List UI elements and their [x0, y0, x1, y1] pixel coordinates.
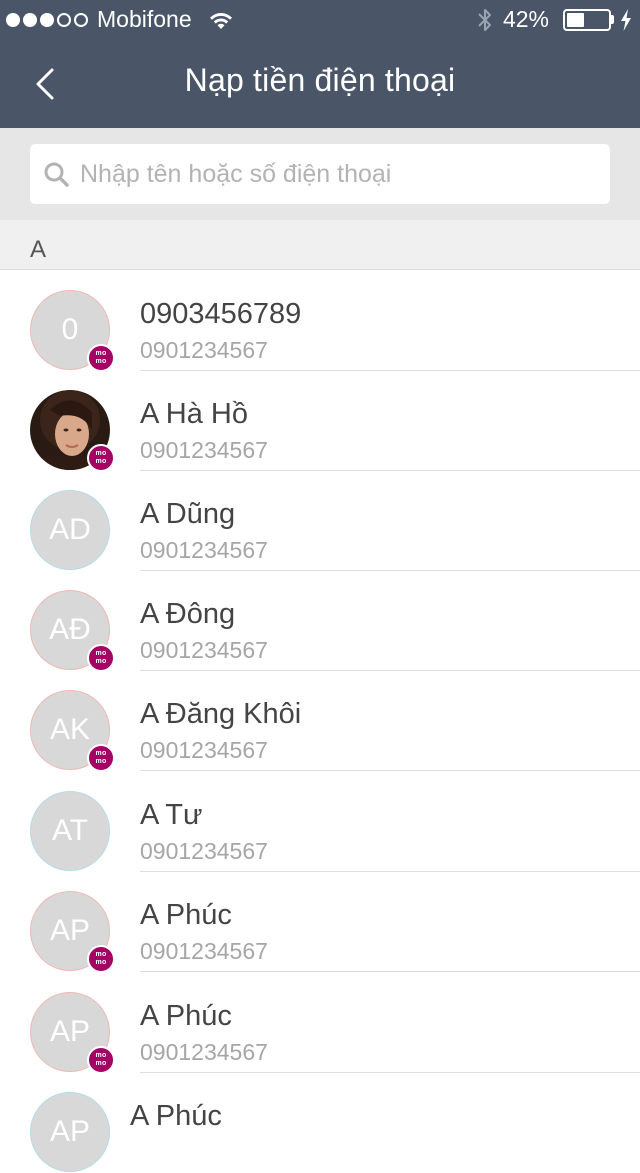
- momo-badge-text: mo: [95, 658, 107, 665]
- avatar: AP: [30, 1092, 110, 1172]
- charging-bolt-icon: [621, 8, 631, 31]
- row-divider: [140, 770, 640, 771]
- contact-name: A Đăng Khôi: [140, 698, 302, 730]
- contact-row[interactable]: AĐ mo mo A Đông 0901234567: [0, 571, 640, 672]
- momo-badge-icon: mo mo: [87, 344, 115, 372]
- status-right: 42%: [477, 6, 632, 33]
- momo-badge-icon: mo mo: [87, 744, 115, 772]
- contact-name: 0903456789: [140, 298, 302, 330]
- status-bar: Mobifone 42%: [0, 0, 640, 40]
- row-divider: [140, 971, 640, 972]
- contact-row[interactable]: 0 mo mo 0903456789 0901234567: [0, 271, 640, 372]
- contact-phone: 0901234567: [140, 337, 268, 363]
- momo-badge-text: mo: [95, 450, 107, 457]
- momo-badge-text: mo: [95, 358, 107, 365]
- search-box[interactable]: [30, 144, 610, 204]
- wifi-icon: [209, 12, 232, 29]
- contact-row[interactable]: AK mo mo A Đăng Khôi 0901234567: [0, 671, 640, 772]
- section-header: A: [0, 220, 640, 270]
- contact-row[interactable]: mo mo A Hà Hồ 0901234567: [0, 371, 640, 472]
- momo-badge-text: mo: [95, 758, 107, 765]
- contact-phone: 0901234567: [140, 838, 268, 864]
- contact-phone: 0901234567: [140, 737, 268, 763]
- carrier-name: Mobifone: [97, 6, 192, 32]
- momo-badge-text: mo: [95, 458, 107, 465]
- contact-phone: 0901234567: [140, 938, 268, 964]
- signal-strength-icon: [6, 12, 91, 27]
- momo-badge-text: mo: [95, 1060, 107, 1067]
- contact-row[interactable]: AT A Tư 0901234567: [0, 772, 640, 872]
- avatar: AD: [30, 490, 110, 570]
- section-letter: A: [30, 236, 47, 263]
- contact-name: A Phúc: [140, 1000, 232, 1032]
- momo-badge-text: mo: [95, 650, 107, 657]
- contact-name: A Phúc: [140, 899, 232, 931]
- contact-name: A Dũng: [140, 498, 236, 530]
- page-title: Nạp tiền điện thoại: [184, 62, 456, 98]
- momo-badge-icon: mo mo: [87, 1046, 115, 1074]
- momo-badge-icon: mo mo: [87, 444, 115, 472]
- contact-name: A Hà Hồ: [140, 398, 248, 430]
- search-section: [0, 128, 640, 220]
- contact-name: A Đông: [140, 598, 236, 630]
- status-left: Mobifone: [6, 6, 234, 33]
- momo-badge-text: mo: [95, 1052, 107, 1059]
- header: Mobifone 42% Nạp tiền điện thoại: [0, 0, 640, 128]
- momo-badge-icon: mo mo: [87, 644, 115, 672]
- momo-badge-text: mo: [95, 951, 107, 958]
- contact-phone: 0901234567: [140, 1039, 268, 1065]
- contact-phone: 0901234567: [140, 537, 268, 563]
- avatar: AT: [30, 791, 110, 871]
- contact-phone: 0901234567: [140, 637, 268, 663]
- search-input[interactable]: [80, 154, 600, 194]
- battery-percent: 42%: [502, 6, 549, 32]
- contact-row[interactable]: AD A Dũng 0901234567: [0, 471, 640, 571]
- momo-badge-text: mo: [95, 350, 107, 357]
- battery-icon: [563, 8, 611, 31]
- battery-level: [567, 12, 584, 27]
- contact-row[interactable]: AP mo mo A Phúc 0901234567: [0, 872, 640, 973]
- contact-row[interactable]: AP A Phúc: [0, 1073, 640, 1173]
- contact-name: A Tư: [140, 799, 203, 831]
- momo-badge-text: mo: [95, 959, 107, 966]
- momo-badge-icon: mo mo: [87, 945, 115, 973]
- battery-tip: [611, 15, 614, 24]
- search-icon: [44, 162, 69, 187]
- contact-row[interactable]: AP mo mo A Phúc 0901234567: [0, 973, 640, 1074]
- bluetooth-icon: [478, 8, 491, 31]
- momo-badge-text: mo: [95, 750, 107, 757]
- contact-phone: 0901234567: [140, 437, 268, 463]
- contact-name: A Phúc: [130, 1100, 222, 1132]
